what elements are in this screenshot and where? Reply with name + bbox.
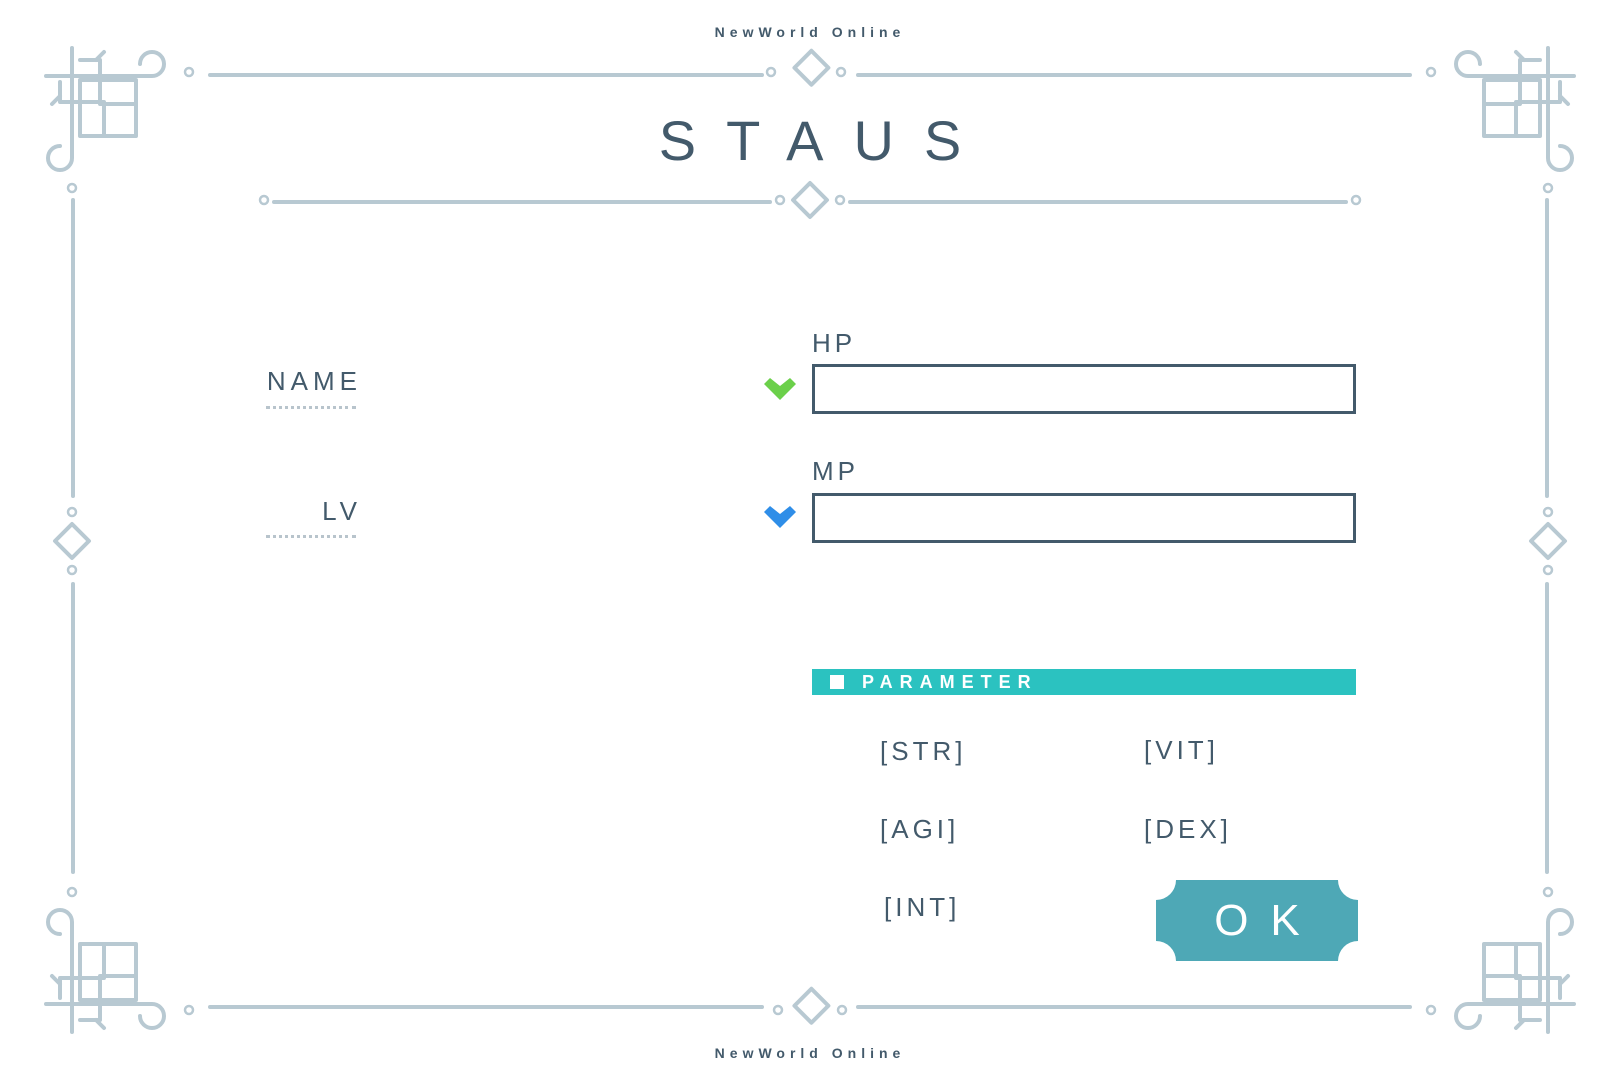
ok-button[interactable]: OK [1156, 880, 1358, 961]
mp-label: MP [812, 456, 859, 486]
stat-dex: [DEX] [1144, 814, 1232, 844]
name-underline [266, 406, 356, 409]
page-title: STAUS [658, 109, 992, 172]
mp-heart-icon [764, 506, 796, 528]
lv-label: LV [322, 496, 362, 526]
stat-vit: [VIT] [1144, 735, 1219, 765]
stat-int: [INT] [884, 892, 961, 922]
name-label: NAME [266, 366, 362, 396]
hp-bar [812, 364, 1356, 414]
lv-underline [266, 535, 356, 538]
brand-top: NewWorld Online [714, 24, 906, 40]
square-icon [830, 675, 844, 689]
mp-bar [812, 493, 1356, 543]
stat-str: [STR] [880, 736, 967, 766]
parameter-header-label: PARAMETER [862, 672, 1038, 692]
hp-label: HP [812, 328, 857, 358]
ok-button-label: OK [1214, 896, 1322, 945]
hp-heart-icon [764, 378, 796, 400]
stat-agi: [AGI] [880, 814, 960, 844]
brand-bottom: NewWorld Online [714, 1045, 906, 1061]
parameter-header: PARAMETER [812, 669, 1356, 695]
